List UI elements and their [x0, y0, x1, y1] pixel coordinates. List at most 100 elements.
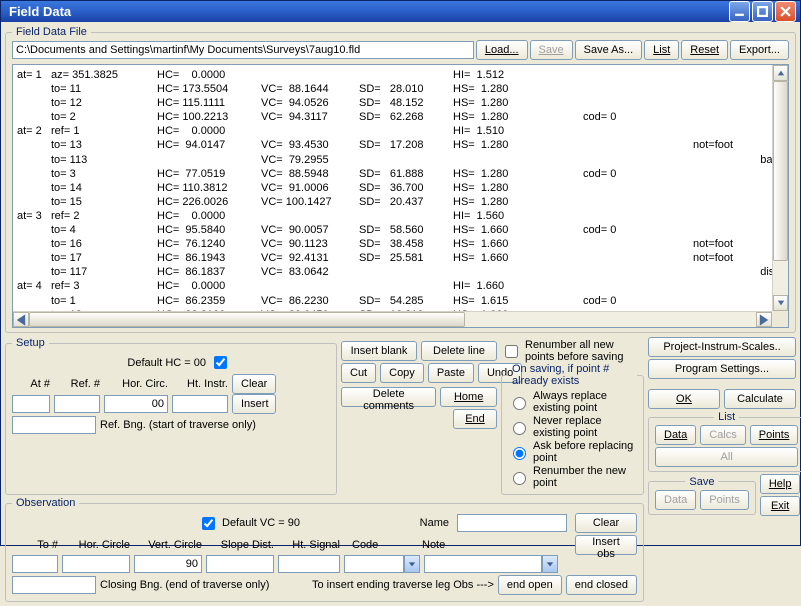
- export-button[interactable]: Export...: [730, 40, 789, 60]
- scroll-left-button[interactable]: [13, 312, 29, 327]
- onsave-legend: On saving, if point # already exists: [508, 363, 637, 387]
- data-row[interactable]: to= 15HC= 226.0026VC= 100.1427SD= 20.437…: [17, 196, 786, 210]
- setup-legend: Setup: [12, 337, 49, 349]
- data-row[interactable]: at= 1az= 351.3825HC= 0.0000HI= 1.512: [17, 69, 786, 83]
- at-input[interactable]: [12, 395, 50, 413]
- list-calcs-button[interactable]: Calcs: [700, 425, 746, 445]
- list-data-button[interactable]: Data: [655, 425, 696, 445]
- data-row[interactable]: to= 14HC= 110.3812VC= 91.0006SD= 36.700H…: [17, 182, 786, 196]
- list-button[interactable]: List: [644, 40, 679, 60]
- scroll-thumb-h[interactable]: [29, 312, 465, 327]
- data-row[interactable]: to= 3HC= 77.0519VC= 88.5948SD= 61.888HS=…: [17, 168, 786, 182]
- code-label: Code: [344, 539, 410, 551]
- end-button[interactable]: End: [453, 409, 497, 429]
- refbng-label: Ref. Bng. (start of traverse only): [100, 419, 256, 431]
- ok-button[interactable]: OK: [648, 389, 720, 409]
- help-button[interactable]: Help: [760, 474, 801, 494]
- hs-input[interactable]: [278, 555, 340, 573]
- calculate-button[interactable]: Calculate: [724, 389, 796, 409]
- paste-button[interactable]: Paste: [428, 363, 474, 383]
- closingbng-input[interactable]: [12, 576, 96, 594]
- name-label: Name: [420, 517, 449, 529]
- radio-renum[interactable]: Renumber the new point: [508, 465, 637, 489]
- chevron-down-icon[interactable]: [404, 555, 420, 573]
- list-points-button[interactable]: Points: [750, 425, 799, 445]
- data-row[interactable]: at= 4ref= 3HC= 0.0000HI= 1.660: [17, 280, 786, 294]
- exit-button[interactable]: Exit: [760, 496, 801, 516]
- scroll-thumb-v[interactable]: [773, 81, 788, 261]
- delete-comments-button[interactable]: Delete comments: [341, 387, 436, 407]
- file-path-input[interactable]: [12, 41, 474, 59]
- refbng-input[interactable]: [12, 416, 96, 434]
- save-data-button[interactable]: Data: [655, 490, 696, 510]
- note-combo[interactable]: [424, 555, 558, 573]
- window-title: Field Data: [5, 4, 729, 19]
- data-row[interactable]: at= 2ref= 1HC= 0.0000HI= 1.510: [17, 125, 786, 139]
- vc-label: Vert. Circle: [134, 539, 202, 551]
- sd-input[interactable]: [206, 555, 274, 573]
- data-row[interactable]: to= 11HC= 173.5504VC= 88.1644SD= 28.010H…: [17, 83, 786, 97]
- scroll-right-button[interactable]: [756, 312, 772, 327]
- save-points-button[interactable]: Points: [700, 490, 749, 510]
- project-instrum-scales-button[interactable]: Project-Instrum-Scales..: [648, 337, 796, 357]
- setup-insert-button[interactable]: Insert: [232, 394, 276, 414]
- setup-clear-button[interactable]: Clear: [232, 374, 276, 394]
- htinstr-input[interactable]: [172, 395, 228, 413]
- data-grid[interactable]: at= 1az= 351.3825HC= 0.0000HI= 1.512to= …: [12, 64, 789, 328]
- htinstr-label: Ht. Instr.: [172, 378, 228, 390]
- data-row[interactable]: to= 117HC= 86.1837VC= 83.0642 dis= prev: [17, 266, 786, 280]
- data-row[interactable]: to= 113VC= 79.2955 bas= prev: [17, 154, 786, 168]
- default-vc-checkbox-label[interactable]: Default VC = 90: [198, 514, 300, 533]
- insert-obs-button[interactable]: Insert obs: [575, 535, 637, 555]
- obs-clear-button[interactable]: Clear: [575, 513, 637, 533]
- hc-input[interactable]: [62, 555, 130, 573]
- insert-blank-button[interactable]: Insert blank: [341, 341, 417, 361]
- reset-button[interactable]: Reset: [681, 40, 728, 60]
- chevron-down-icon[interactable]: [542, 555, 558, 573]
- to-input[interactable]: [12, 555, 58, 573]
- name-input[interactable]: [457, 514, 567, 532]
- end-closed-button[interactable]: end closed: [566, 575, 637, 595]
- renumber-checkbox[interactable]: [505, 345, 518, 358]
- ref-label: Ref. #: [54, 378, 100, 390]
- data-row[interactable]: to= 4HC= 95.5840VC= 90.0057SD= 58.560HS=…: [17, 224, 786, 238]
- save-as-button[interactable]: Save As...: [575, 40, 643, 60]
- maximize-button[interactable]: [752, 1, 773, 22]
- end-open-button[interactable]: end open: [498, 575, 562, 595]
- data-row[interactable]: at= 3ref= 2HC= 0.0000HI= 1.560: [17, 210, 786, 224]
- program-settings-button[interactable]: Program Settings...: [648, 359, 796, 379]
- data-row[interactable]: to= 12HC= 115.1111VC= 94.0526SD= 48.152H…: [17, 97, 786, 111]
- cut-button[interactable]: Cut: [341, 363, 376, 383]
- scroll-down-button[interactable]: [773, 295, 788, 311]
- horizontal-scrollbar[interactable]: [13, 311, 772, 327]
- vertical-scrollbar[interactable]: [772, 65, 788, 311]
- radio-never[interactable]: Never replace existing point: [508, 415, 637, 439]
- delete-line-button[interactable]: Delete line: [421, 341, 497, 361]
- hs-label: Ht. Signal: [278, 539, 340, 551]
- renumber-checkbox-label[interactable]: Renumber all new points before saving: [501, 339, 644, 363]
- titlebar: Field Data: [1, 1, 800, 22]
- data-row[interactable]: to= 1HC= 86.2359VC= 86.2230SD= 54.285HS=…: [17, 295, 786, 309]
- load-button[interactable]: Load...: [476, 40, 528, 60]
- copy-button[interactable]: Copy: [380, 363, 424, 383]
- data-row[interactable]: to= 16HC= 76.1240VC= 90.1123SD= 38.458HS…: [17, 238, 786, 252]
- home-button[interactable]: Home: [440, 387, 497, 407]
- default-vc-checkbox[interactable]: [202, 517, 215, 530]
- data-row[interactable]: to= 2HC= 100.2213VC= 94.3117SD= 62.268HS…: [17, 111, 786, 125]
- data-row[interactable]: to= 13HC= 94.0147VC= 93.4530SD= 17.208HS…: [17, 139, 786, 153]
- onsave-fieldset: On saving, if point # already exists Alw…: [501, 363, 644, 495]
- vc-input[interactable]: [134, 555, 202, 573]
- horcirc-input[interactable]: [104, 395, 168, 413]
- default-hc-checkbox[interactable]: [214, 356, 227, 369]
- minimize-button[interactable]: [729, 1, 750, 22]
- ref-input[interactable]: [54, 395, 100, 413]
- close-button[interactable]: [775, 1, 796, 22]
- data-row[interactable]: to= 17HC= 86.1943VC= 92.4131SD= 25.581HS…: [17, 252, 786, 266]
- scroll-up-button[interactable]: [773, 65, 788, 81]
- list-all-button[interactable]: All: [655, 447, 798, 467]
- radio-ask[interactable]: Ask before replacing point: [508, 440, 637, 464]
- scroll-corner: [772, 311, 788, 327]
- save-button[interactable]: Save: [530, 40, 573, 60]
- code-combo[interactable]: [344, 555, 420, 573]
- radio-always[interactable]: Always replace existing point: [508, 390, 637, 414]
